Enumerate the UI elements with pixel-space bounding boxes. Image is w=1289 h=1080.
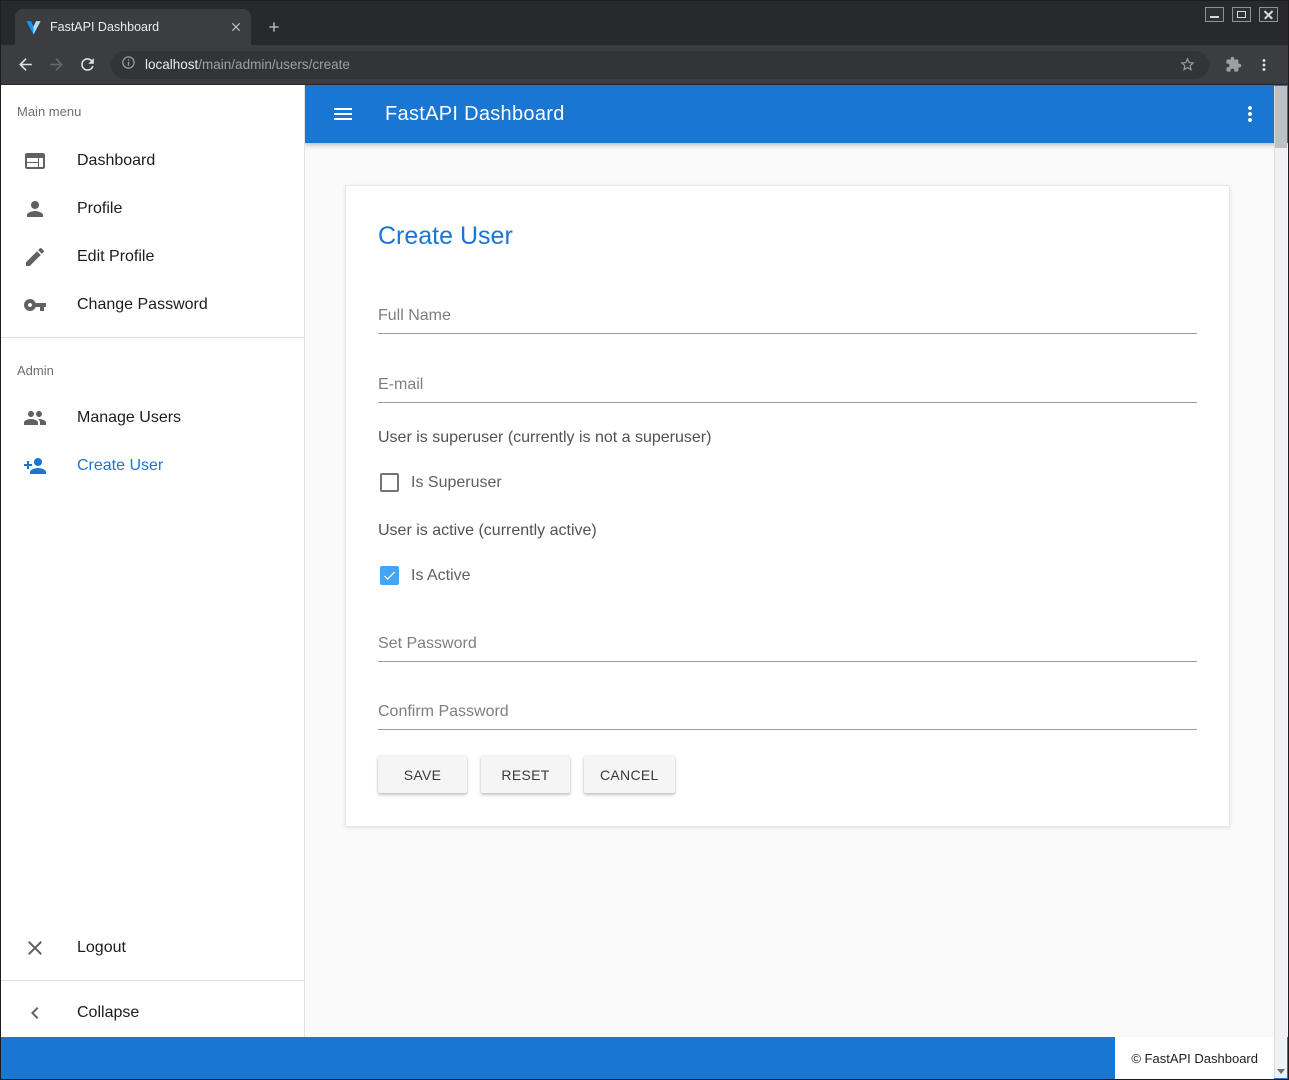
- address-bar[interactable]: localhost/main/admin/users/create: [111, 51, 1209, 79]
- maximize-button[interactable]: [1232, 7, 1251, 22]
- vertical-scrollbar[interactable]: [1274, 86, 1287, 1078]
- active-hint: User is active (currently active): [378, 522, 1197, 540]
- confirm-password-input[interactable]: [378, 699, 1197, 730]
- sidebar-item-label: Collapse: [77, 1004, 139, 1022]
- full-name-field: [378, 303, 1197, 334]
- superuser-checkbox-row: Is Superuser: [378, 473, 1197, 492]
- browser-window: FastAPI Dashboard localhost/m: [0, 0, 1289, 1080]
- set-password-field: [378, 631, 1197, 662]
- reload-button[interactable]: [73, 51, 101, 79]
- sidebar-item-label: Dashboard: [77, 152, 155, 170]
- sidebar-item-label: Logout: [77, 939, 126, 957]
- sidebar-item-label: Profile: [77, 200, 122, 218]
- tab-title: FastAPI Dashboard: [50, 20, 219, 34]
- url-text: localhost/main/admin/users/create: [145, 57, 1166, 72]
- app-bar: FastAPI Dashboard: [305, 85, 1288, 143]
- is-superuser-checkbox-label: Is Superuser: [411, 474, 502, 492]
- set-password-input[interactable]: [378, 631, 1197, 662]
- full-name-input[interactable]: [378, 303, 1197, 334]
- is-superuser-checkbox[interactable]: [380, 473, 399, 492]
- close-icon: [23, 936, 47, 960]
- sidebar-item-collapse[interactable]: Collapse: [1, 989, 304, 1037]
- sidebar-item-label: Manage Users: [77, 409, 181, 427]
- sidebar-item-profile[interactable]: Profile: [1, 185, 304, 233]
- is-active-checkbox-label: Is Active: [411, 567, 471, 585]
- person-add-icon: [23, 454, 47, 478]
- sidebar-item-create-user[interactable]: Create User: [1, 442, 304, 490]
- window-controls: [1205, 7, 1278, 22]
- cancel-button[interactable]: CANCEL: [584, 756, 675, 793]
- people-icon: [23, 406, 47, 430]
- sidebar-item-label: Change Password: [77, 296, 208, 314]
- superuser-hint: User is superuser (currently is not a su…: [378, 429, 1197, 447]
- tab-strip: FastAPI Dashboard: [1, 1, 1288, 45]
- sidebar-section-header: Admin: [1, 346, 304, 394]
- sidebar-item-logout[interactable]: Logout: [1, 924, 304, 972]
- back-button[interactable]: [11, 51, 39, 79]
- browser-menu-icon[interactable]: [1250, 51, 1278, 79]
- pencil-icon: [23, 245, 47, 269]
- create-user-card: Create User User is superuser (currently…: [345, 185, 1230, 827]
- email-field: [378, 372, 1197, 403]
- new-tab-button[interactable]: [260, 13, 288, 41]
- scrollbar-down-button[interactable]: [1275, 1064, 1287, 1078]
- vuetify-favicon-icon: [25, 19, 42, 36]
- app-body: Main menu Dashboard Profile Edit Profile: [1, 85, 1288, 1037]
- extensions-icon[interactable]: [1219, 51, 1247, 79]
- person-icon: [23, 197, 47, 221]
- email-input[interactable]: [378, 372, 1197, 403]
- minimize-button[interactable]: [1205, 7, 1224, 22]
- chevron-left-icon: [23, 1001, 47, 1025]
- save-button[interactable]: SAVE: [378, 756, 467, 793]
- url-host: localhost: [145, 57, 198, 72]
- sidebar-item-dashboard[interactable]: Dashboard: [1, 137, 304, 185]
- page-content: Create User User is superuser (currently…: [305, 143, 1288, 1037]
- active-checkbox-row: Is Active: [378, 566, 1197, 585]
- dashboard-icon: [23, 149, 47, 173]
- hamburger-menu-icon[interactable]: [325, 96, 361, 132]
- browser-tab[interactable]: FastAPI Dashboard: [15, 9, 251, 45]
- sidebar-item-label: Edit Profile: [77, 248, 154, 266]
- sidebar-item-label: Create User: [77, 457, 163, 475]
- app-title: FastAPI Dashboard: [385, 103, 565, 126]
- window-close-button[interactable]: [1259, 7, 1278, 22]
- sidebar-section-header: Main menu: [1, 85, 304, 137]
- sidebar-item-change-password[interactable]: Change Password: [1, 281, 304, 329]
- page-title: Create User: [378, 222, 1197, 251]
- sidebar-item-edit-profile[interactable]: Edit Profile: [1, 233, 304, 281]
- sidebar-item-manage-users[interactable]: Manage Users: [1, 394, 304, 442]
- main-area: FastAPI Dashboard Create User User is su…: [305, 85, 1288, 1037]
- scrollbar-thumb[interactable]: [1275, 86, 1287, 148]
- form-actions: SAVE RESET CANCEL: [378, 756, 1197, 793]
- footer-copyright: © FastAPI Dashboard: [1115, 1037, 1274, 1079]
- bookmark-star-icon[interactable]: [1175, 53, 1199, 77]
- reset-button[interactable]: RESET: [481, 756, 570, 793]
- sidebar-divider: [1, 980, 304, 981]
- browser-toolbar: localhost/main/admin/users/create: [1, 45, 1288, 85]
- confirm-password-field: [378, 699, 1197, 730]
- site-info-icon[interactable]: [121, 55, 136, 75]
- key-icon: [23, 293, 47, 317]
- app-overflow-menu-icon[interactable]: [1232, 96, 1268, 132]
- tab-close-icon[interactable]: [227, 18, 245, 36]
- forward-button[interactable]: [42, 51, 70, 79]
- sidebar: Main menu Dashboard Profile Edit Profile: [1, 85, 305, 1037]
- is-active-checkbox[interactable]: [380, 566, 399, 585]
- url-path: /main/admin/users/create: [198, 57, 350, 72]
- sidebar-divider: [1, 337, 304, 338]
- app-footer: © FastAPI Dashboard: [1, 1037, 1288, 1079]
